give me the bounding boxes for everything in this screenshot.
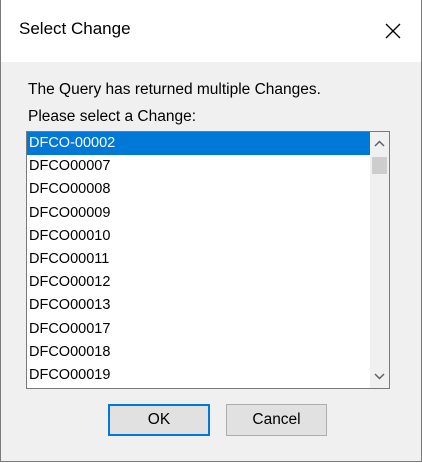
scrollbar-thumb[interactable] xyxy=(372,157,387,174)
list-item[interactable]: DFCO00012 xyxy=(27,271,370,294)
change-listbox[interactable]: DFCO-00002 DFCO00007 DFCO00008 DFCO00009 DFC… xyxy=(26,131,390,389)
close-button[interactable] xyxy=(365,0,421,62)
scroll-down-button[interactable] xyxy=(370,367,389,386)
vertical-scrollbar[interactable] xyxy=(370,132,389,388)
close-icon xyxy=(385,23,401,39)
scroll-up-button[interactable] xyxy=(370,134,389,153)
list-item[interactable]: DFCO00010 xyxy=(27,225,370,248)
list-item[interactable]: DFCO-00002 xyxy=(27,132,370,156)
list-item[interactable]: DFCO00009 xyxy=(27,202,370,225)
list-item[interactable]: DFCO00013 xyxy=(27,294,370,317)
select-change-dialog: Select Change The Query has returned mul… xyxy=(0,0,422,462)
dialog-title: Select Change xyxy=(19,19,131,38)
list-item[interactable]: DFCO00011 xyxy=(27,248,370,271)
list-item[interactable]: DFCO00008 xyxy=(27,178,370,201)
list-item[interactable]: DFCO00018 xyxy=(27,341,370,364)
instruction-line: Please select a Change: xyxy=(28,108,197,125)
chevron-down-icon xyxy=(374,373,385,380)
title-bar[interactable]: Select Change xyxy=(1,0,421,62)
list-item[interactable]: DFCO00017 xyxy=(27,318,370,341)
prompt-message: The Query has returned multiple Changes.… xyxy=(28,76,321,130)
chevron-up-icon xyxy=(374,140,385,147)
cancel-button[interactable]: Cancel xyxy=(226,404,327,436)
list-items: DFCO-00002 DFCO00007 DFCO00008 DFCO00009 DFC… xyxy=(27,132,370,387)
list-item[interactable]: DFCO00019 xyxy=(27,364,370,387)
list-item[interactable]: DFCO00007 xyxy=(27,155,370,178)
message-line: The Query has returned multiple Changes. xyxy=(28,81,321,98)
ok-button[interactable]: OK xyxy=(108,404,210,436)
